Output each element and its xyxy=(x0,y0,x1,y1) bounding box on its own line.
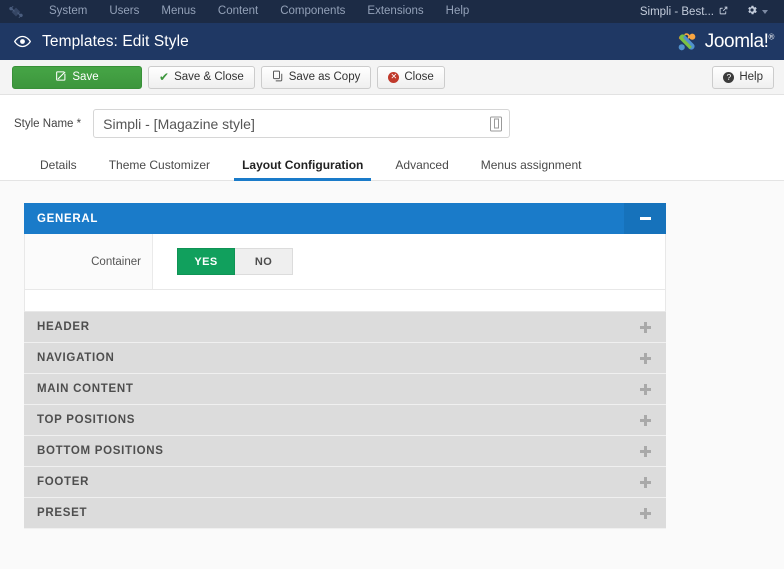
toolbar: Save ✔ Save & Close Save as Copy ✕ Close… xyxy=(0,60,784,95)
container-label: Container xyxy=(25,234,153,289)
admin-menu-item-menus[interactable]: Menus xyxy=(150,0,207,23)
minus-icon xyxy=(640,217,651,220)
expand-bottom-positions-button[interactable] xyxy=(624,436,666,467)
chevron-down-icon xyxy=(762,10,768,14)
help-button[interactable]: ? Help xyxy=(712,66,774,89)
layout-configuration-panel: GENERAL Container YES NO HEADER NAVIGATI… xyxy=(0,181,784,569)
save-and-close-button[interactable]: ✔ Save & Close xyxy=(148,66,255,89)
save-button-label: Save xyxy=(72,71,98,83)
edit-icon xyxy=(55,70,67,85)
joomla-mark-icon xyxy=(674,29,700,55)
section-header-header[interactable]: HEADER xyxy=(24,312,666,343)
admin-menu-item-users[interactable]: Users xyxy=(98,0,150,23)
save-button[interactable]: Save xyxy=(12,66,142,89)
save-and-close-label: Save & Close xyxy=(174,71,244,83)
section-title-preset: PRESET xyxy=(24,507,87,519)
plus-icon xyxy=(640,508,651,519)
site-name-link[interactable]: Simpli - Best... xyxy=(632,6,736,18)
admin-menu-bar: System Users Menus Content Components Ex… xyxy=(0,0,784,23)
site-name-label: Simpli - Best... xyxy=(640,6,714,18)
settings-menu-button[interactable] xyxy=(736,4,774,19)
container-toggle-yes[interactable]: YES xyxy=(177,248,235,275)
tab-advanced[interactable]: Advanced xyxy=(379,159,464,180)
admin-menu-item-help[interactable]: Help xyxy=(435,0,481,23)
tab-theme-customizer[interactable]: Theme Customizer xyxy=(93,159,226,180)
plus-icon xyxy=(640,353,651,364)
expand-main-content-button[interactable] xyxy=(624,374,666,405)
tab-bar: Details Theme Customizer Layout Configur… xyxy=(0,148,784,181)
question-mark-icon: ? xyxy=(723,72,734,83)
tab-details[interactable]: Details xyxy=(24,159,93,180)
close-button-label: Close xyxy=(404,71,433,83)
expand-preset-button[interactable] xyxy=(624,498,666,529)
plus-icon xyxy=(640,384,651,395)
page-header: Templates: Edit Style Joomla!® xyxy=(0,23,784,60)
plus-icon xyxy=(640,415,651,426)
tab-menus-assignment[interactable]: Menus assignment xyxy=(465,159,598,180)
section-title-top-positions: TOP POSITIONS xyxy=(24,414,135,426)
admin-menu-item-system[interactable]: System xyxy=(38,0,98,23)
container-toggle-no[interactable]: NO xyxy=(235,248,293,275)
copy-icon xyxy=(272,70,284,85)
required-indicator: * xyxy=(77,118,81,130)
section-header-bottom-positions[interactable]: BOTTOM POSITIONS xyxy=(24,436,666,467)
tab-layout-configuration[interactable]: Layout Configuration xyxy=(226,159,379,180)
style-name-label: Style Name * xyxy=(14,118,81,130)
section-body-general: Container YES NO xyxy=(24,234,666,290)
expand-top-positions-button[interactable] xyxy=(624,405,666,436)
plus-icon xyxy=(640,322,651,333)
eye-icon xyxy=(14,35,31,48)
close-icon: ✕ xyxy=(388,72,399,83)
container-toggle-group: YES NO xyxy=(177,248,293,275)
admin-menu-item-components[interactable]: Components xyxy=(269,0,356,23)
expand-navigation-button[interactable] xyxy=(624,343,666,374)
admin-bar-right-group: Simpli - Best... xyxy=(632,4,774,19)
save-as-copy-button[interactable]: Save as Copy xyxy=(261,66,372,89)
container-control: YES NO xyxy=(153,234,665,289)
section-header-general[interactable]: GENERAL xyxy=(24,203,666,234)
style-name-row: Style Name * xyxy=(0,95,784,148)
section-title-header: HEADER xyxy=(24,321,90,333)
admin-menu-item-extensions[interactable]: Extensions xyxy=(356,0,434,23)
trademark-mark: ® xyxy=(769,32,775,41)
admin-menu-list: System Users Menus Content Components Ex… xyxy=(38,0,480,23)
joomla-wordmark: Joomla! xyxy=(705,31,769,52)
section-title-footer: FOOTER xyxy=(24,476,89,488)
style-name-label-text: Style Name xyxy=(14,118,73,130)
save-as-copy-label: Save as Copy xyxy=(289,71,361,83)
expand-header-button[interactable] xyxy=(624,312,666,343)
section-title-main-content: MAIN CONTENT xyxy=(24,383,134,395)
admin-menu-item-content[interactable]: Content xyxy=(207,0,269,23)
section-header-navigation[interactable]: NAVIGATION xyxy=(24,343,666,374)
help-button-label: Help xyxy=(739,71,763,83)
accordion: GENERAL Container YES NO HEADER NAVIGATI… xyxy=(24,203,666,529)
joomla-logo: Joomla!® xyxy=(674,29,774,55)
collapse-general-button[interactable] xyxy=(624,203,666,234)
plus-icon xyxy=(640,477,651,488)
style-name-input[interactable] xyxy=(93,109,510,138)
expand-footer-button[interactable] xyxy=(624,467,666,498)
plus-icon xyxy=(640,446,651,457)
external-link-icon xyxy=(719,6,728,18)
gear-icon xyxy=(746,4,758,19)
section-general-spacer xyxy=(24,290,666,312)
joomla-brand-icon[interactable] xyxy=(8,4,24,20)
page-title: Templates: Edit Style xyxy=(42,33,189,51)
section-title-navigation: NAVIGATION xyxy=(24,352,115,364)
joomla-logo-text: Joomla!® xyxy=(705,31,774,53)
section-title-bottom-positions: BOTTOM POSITIONS xyxy=(24,445,164,457)
section-header-main-content[interactable]: MAIN CONTENT xyxy=(24,374,666,405)
section-header-preset[interactable]: PRESET xyxy=(24,498,666,529)
style-name-field xyxy=(93,109,510,138)
section-header-footer[interactable]: FOOTER xyxy=(24,467,666,498)
close-button[interactable]: ✕ Close xyxy=(377,66,444,89)
section-header-top-positions[interactable]: TOP POSITIONS xyxy=(24,405,666,436)
check-icon: ✔ xyxy=(159,71,169,83)
section-title-general: GENERAL xyxy=(24,213,98,225)
